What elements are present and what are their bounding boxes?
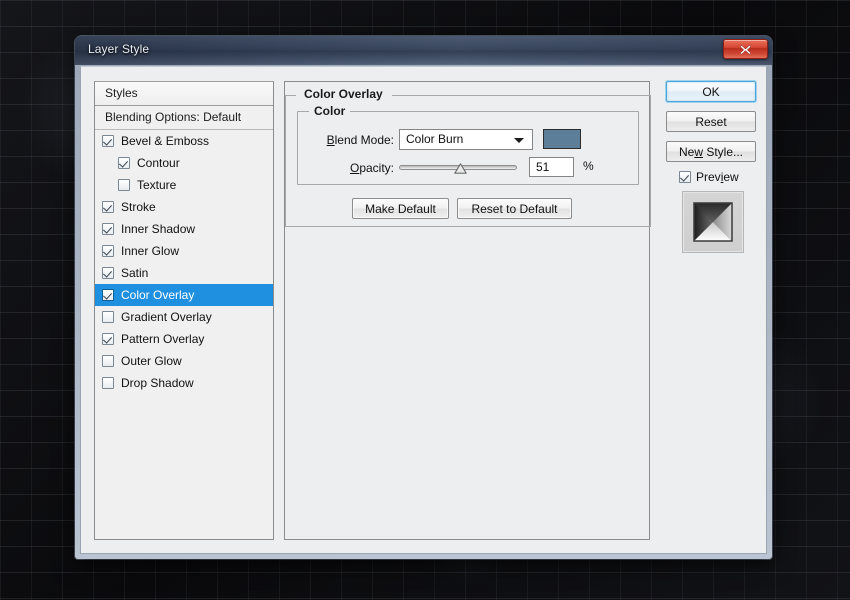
style-checkbox[interactable] <box>102 355 114 367</box>
style-row-label: Pattern Overlay <box>121 332 204 346</box>
opacity-slider-thumb[interactable] <box>454 163 467 174</box>
color-group-title: Color <box>309 104 350 118</box>
styles-list-header: Styles <box>95 82 273 106</box>
new-style-label: New Style... <box>679 145 743 159</box>
new-style-button[interactable]: New Style... <box>666 141 756 162</box>
style-checkbox[interactable] <box>102 311 114 323</box>
style-checkbox[interactable] <box>102 135 114 147</box>
dialog-client-area: Styles Blending Options: Default Bevel &… <box>80 66 767 554</box>
style-row-inner-glow[interactable]: Inner Glow <box>95 240 273 262</box>
opacity-percent-label: % <box>583 159 594 173</box>
beveled-square-preview-icon <box>693 202 733 242</box>
style-row-contour[interactable]: Contour <box>95 152 273 174</box>
style-row-label: Gradient Overlay <box>121 310 212 324</box>
close-button[interactable] <box>723 39 768 59</box>
style-row-label: Color Overlay <box>121 288 194 302</box>
styles-list-panel: Styles Blending Options: Default Bevel &… <box>94 81 274 540</box>
opacity-slider[interactable] <box>399 165 517 170</box>
layer-style-dialog: Layer Style Styles Blending Options: Def… <box>75 36 772 559</box>
color-overlay-groupbox: Color Overlay Color Blend Mode: Color Bu… <box>285 95 651 227</box>
style-row-pattern-overlay[interactable]: Pattern Overlay <box>95 328 273 350</box>
slider-thumb-icon <box>454 163 467 174</box>
blend-mode-value: Color Burn <box>406 132 463 146</box>
style-row-inner-shadow[interactable]: Inner Shadow <box>95 218 273 240</box>
opacity-input[interactable]: 51 <box>529 157 574 177</box>
groupbox-top-left-rule <box>285 95 296 96</box>
style-checkbox[interactable] <box>102 377 114 389</box>
style-row-label: Texture <box>137 178 176 192</box>
blend-mode-label-text: lend Mode: <box>335 133 394 147</box>
style-row-drop-shadow[interactable]: Drop Shadow <box>95 372 273 394</box>
settings-panel: Color Overlay Color Blend Mode: Color Bu… <box>284 81 650 540</box>
style-row-label: Inner Glow <box>121 244 179 258</box>
style-checkbox[interactable] <box>102 289 114 301</box>
styles-item-container: Bevel & Emboss Contour Texture Stroke Inner … <box>95 130 273 394</box>
blend-mode-select[interactable]: Color Burn <box>399 129 533 150</box>
ok-button[interactable]: OK <box>666 81 756 102</box>
style-row-label: Stroke <box>121 200 156 214</box>
style-row-outer-glow[interactable]: Outer Glow <box>95 350 273 372</box>
style-row-label: Inner Shadow <box>121 222 195 236</box>
chevron-down-icon <box>514 138 524 143</box>
color-swatch[interactable] <box>543 129 581 149</box>
style-row-label: Outer Glow <box>121 354 182 368</box>
opacity-label: Opacity: <box>310 161 394 175</box>
preview-label: Preview <box>696 170 739 184</box>
actions-column: OK Reset New Style... Preview <box>666 81 756 540</box>
style-row-label: Drop Shadow <box>121 376 194 390</box>
blending-options-row[interactable]: Blending Options: Default <box>95 106 273 130</box>
style-checkbox[interactable] <box>118 157 130 169</box>
preview-thumbnail <box>682 191 744 253</box>
style-checkbox[interactable] <box>118 179 130 191</box>
style-checkbox[interactable] <box>102 245 114 257</box>
style-row-satin[interactable]: Satin <box>95 262 273 284</box>
color-groupbox: Color Blend Mode: Color Burn Opacity: <box>297 111 639 185</box>
style-checkbox[interactable] <box>102 223 114 235</box>
style-row-texture[interactable]: Texture <box>95 174 273 196</box>
preview-checkbox-row[interactable]: Preview <box>679 170 739 184</box>
style-row-color-overlay[interactable]: Color Overlay <box>95 284 273 306</box>
style-row-stroke[interactable]: Stroke <box>95 196 273 218</box>
style-checkbox[interactable] <box>102 333 114 345</box>
groupbox-top-right-rule <box>392 95 651 96</box>
dialog-titlebar[interactable]: Layer Style <box>75 36 772 65</box>
color-overlay-title: Color Overlay <box>299 87 388 101</box>
style-row-bevel-emboss[interactable]: Bevel & Emboss <box>95 130 273 152</box>
style-checkbox[interactable] <box>102 267 114 279</box>
style-checkbox[interactable] <box>102 201 114 213</box>
style-row-gradient-overlay[interactable]: Gradient Overlay <box>95 306 273 328</box>
reset-to-default-button[interactable]: Reset to Default <box>457 198 572 219</box>
reset-button[interactable]: Reset <box>666 111 756 132</box>
blend-mode-label: Blend Mode: <box>310 133 394 147</box>
close-icon <box>739 44 752 55</box>
style-row-label: Satin <box>121 266 148 280</box>
preview-checkbox[interactable] <box>679 171 691 183</box>
opacity-label-text: pacity: <box>359 161 394 175</box>
dialog-title: Layer Style <box>88 42 149 56</box>
style-row-label: Bevel & Emboss <box>121 134 209 148</box>
style-row-label: Contour <box>137 156 180 170</box>
make-default-button[interactable]: Make Default <box>352 198 449 219</box>
